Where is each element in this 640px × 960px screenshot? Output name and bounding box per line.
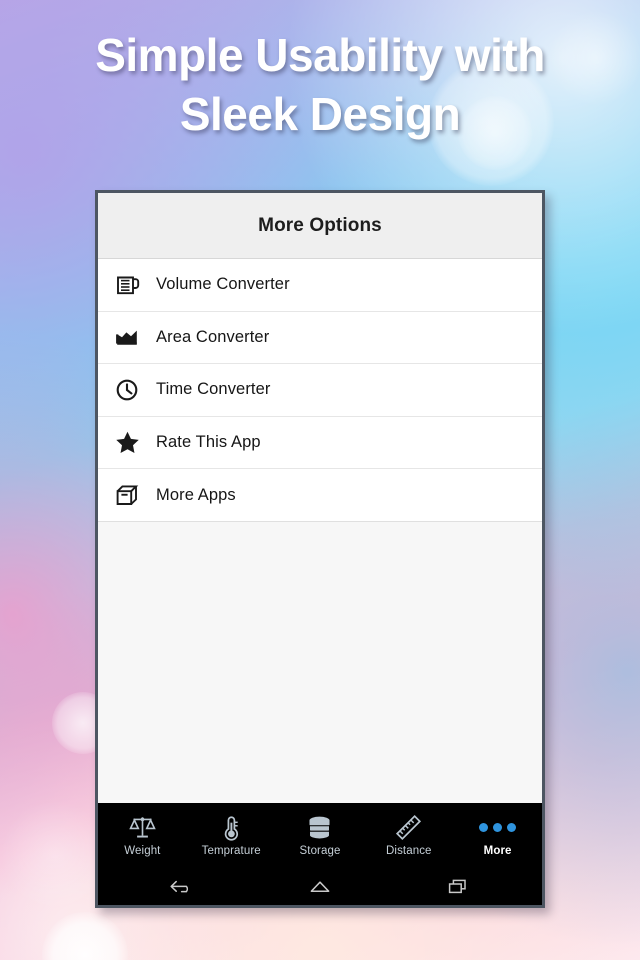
app-header: More Options [98,193,542,259]
list-item-label: Rate This App [156,433,261,452]
list-item-label: Time Converter [156,380,271,399]
back-icon[interactable] [162,873,202,899]
phone-frame: More Options Volume Converter Area Conve… [95,190,545,908]
list-item-time-converter[interactable]: Time Converter [98,364,542,417]
list-item-volume-converter[interactable]: Volume Converter [98,259,542,312]
list-item-label: More Apps [156,485,236,504]
list-item-rate-this-app[interactable]: Rate This App [98,416,542,470]
recents-icon[interactable] [438,873,478,899]
tab-weight[interactable]: Weight [98,803,187,867]
promo-screenshot: Simple Usability with Sleek Design More … [0,0,640,960]
headline-line-1: Simple Usability with [95,29,545,81]
list-item-area-converter[interactable]: Area Converter [98,311,542,365]
ruler-icon [395,814,422,842]
tab-storage[interactable]: Storage [276,803,365,867]
three-dots-icon [479,814,517,842]
measuring-cup-icon [110,268,144,302]
box-icon [110,478,144,512]
tab-label: Weight [124,844,161,857]
database-icon [305,814,334,842]
empty-content-area [98,521,542,803]
star-icon [110,426,144,460]
tab-label: Temprature [201,844,261,857]
options-list: Volume Converter Area Converter Time Con… [98,259,542,522]
list-item-label: Volume Converter [156,275,290,294]
tab-label: More [483,844,512,857]
tab-temprature[interactable]: Temprature [187,803,276,867]
home-icon[interactable] [300,873,340,899]
list-item-label: Area Converter [156,327,270,346]
thermometer-icon [218,814,245,842]
tab-label: Storage [299,844,341,857]
list-item-more-apps[interactable]: More Apps [98,469,542,522]
android-navigation-bar [98,867,542,905]
promo-headline: Simple Usability with Sleek Design [0,26,640,144]
bottom-tab-bar: Weight Temprature Storage Distance More [98,803,542,867]
tab-more[interactable]: More [453,803,542,867]
headline-line-2: Sleek Design [179,88,461,140]
tab-label: Distance [386,844,432,857]
tab-distance[interactable]: Distance [364,803,453,867]
terrain-icon [110,320,144,354]
scales-icon [129,814,156,842]
phone-screen: More Options Volume Converter Area Conve… [98,193,542,905]
page-title: More Options [258,214,382,236]
clock-icon [110,373,144,407]
